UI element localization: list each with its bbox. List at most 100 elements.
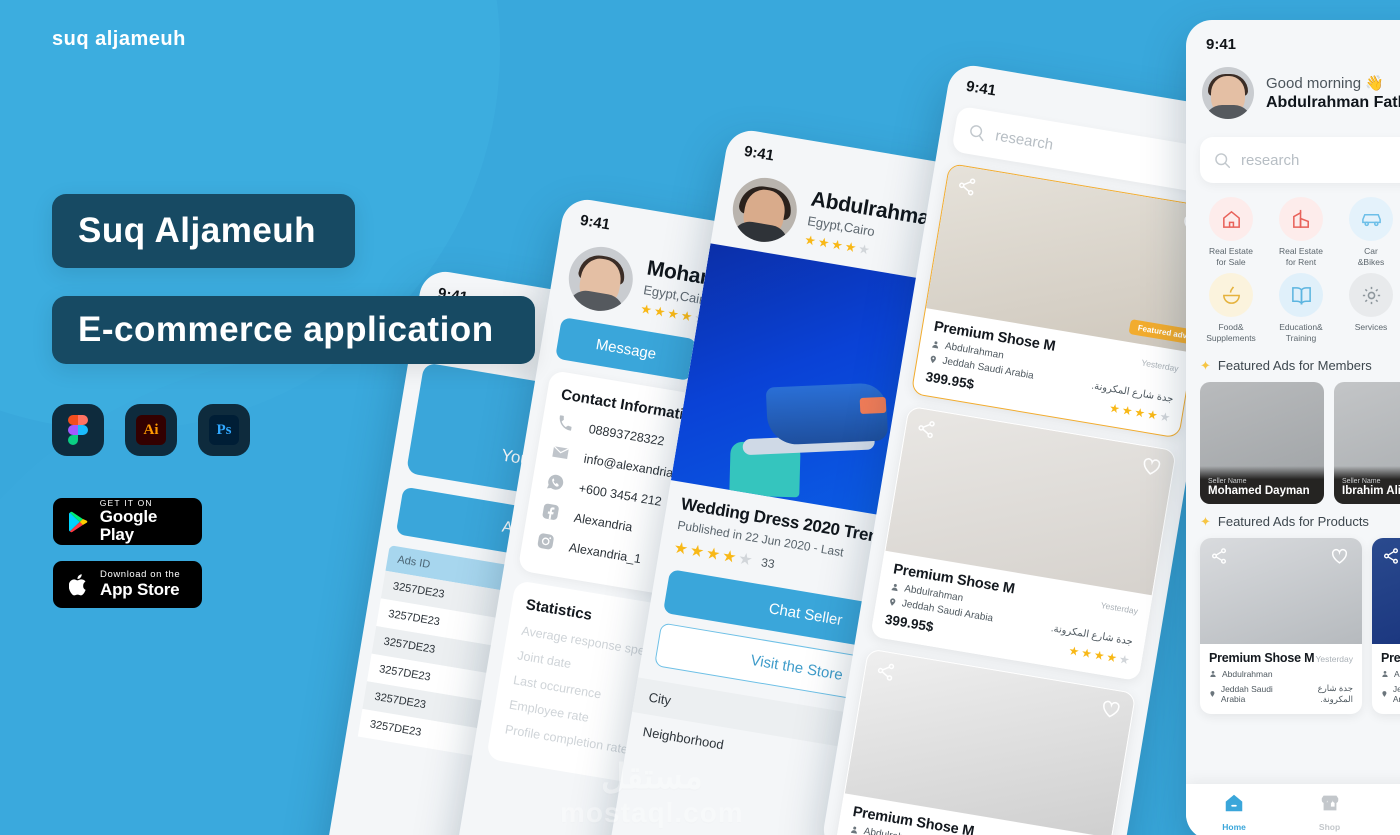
member-name: Mohamed Dayman (1208, 484, 1310, 497)
member-role-label: Seller Name (1208, 477, 1247, 485)
featured-members-list: Seller Name Mohamed Dayman Seller Name I… (1186, 374, 1400, 504)
app-store-badge[interactable]: Download on the App Store (53, 561, 202, 608)
status-bar-time: 9:41 (1206, 36, 1237, 53)
contact-value: Alexandria (572, 510, 634, 534)
product-card[interactable]: Premium Shose M Yesterday Abdulrahman Je… (870, 405, 1177, 682)
greeting-text: Good morning (1266, 75, 1362, 92)
product-card[interactable]: Premium Shose M Yesterday Abdulrahman Je… (829, 648, 1137, 835)
home-product-card[interactable]: Premium Shose M Yesterday Abdulrahman Je… (1372, 537, 1400, 714)
photoshop-icon: Ps (198, 404, 250, 456)
category-item-1[interactable]: Real Estate for Rent (1266, 197, 1336, 267)
photoshop-label: Ps (216, 421, 232, 438)
instagram-icon (535, 531, 559, 555)
google-play-icon (69, 511, 88, 532)
product-seller: Abdulrahman (1209, 669, 1353, 679)
product-price: 399.95$ (924, 369, 976, 392)
home-user-name: Abdulrahman Fathy (1266, 94, 1400, 111)
brand-wordmark: suq aljameuh (52, 28, 186, 50)
search-icon (970, 124, 984, 141)
category-item-0[interactable]: Real Estate for Sale (1196, 197, 1266, 267)
phone-icon (555, 413, 579, 437)
location-pin-icon (1382, 690, 1387, 697)
contact-value: +600 3454 212 (577, 480, 663, 509)
product-card[interactable]: Featured adv Premium Shose M Yesterday A… (910, 162, 1218, 439)
tab-home[interactable]: Home (1222, 792, 1246, 832)
member-card[interactable]: Seller Name Ibrahim Ali (1334, 381, 1400, 504)
illustrator-label: Ai (143, 421, 159, 438)
sparkle-icon: ✦ (1200, 357, 1211, 373)
shop-icon (1319, 792, 1341, 819)
share-icon[interactable] (1382, 547, 1400, 569)
ad-rating-count: 33 (760, 555, 776, 572)
share-icon[interactable] (955, 175, 980, 200)
search-placeholder: research (994, 126, 1055, 154)
gear-icon (1349, 273, 1393, 318)
share-icon[interactable] (1210, 547, 1232, 569)
facebook-icon (540, 501, 564, 525)
building-icon (1279, 197, 1323, 241)
title-line-1: Suq Aljameuh (78, 211, 317, 250)
home-search-bar[interactable]: research (1200, 137, 1400, 183)
person-icon (1382, 670, 1388, 677)
category-item-6[interactable]: Services (1336, 273, 1400, 343)
person-icon (850, 826, 857, 834)
product-seller: Abdulrahman (1381, 669, 1400, 679)
contact-value: Alexandria_1 (567, 539, 643, 566)
title-line-2: E-commerce application (78, 310, 494, 349)
whatsapp-icon (545, 472, 569, 496)
car-icon (1349, 197, 1393, 241)
avatar (727, 173, 802, 247)
category-grid: Real Estate for Sale Real Estate for Rent … (1186, 183, 1400, 348)
product-image (1200, 537, 1362, 644)
featured-products-label: Featured Ads for Products (1217, 514, 1369, 529)
page-title-secondary: E-commerce application (52, 296, 535, 364)
product-timestamp: Yesterday (1315, 653, 1354, 664)
featured-products-list: Premium Shose M Yesterday Abdulrahman Je… (1186, 530, 1400, 714)
mail-icon (550, 442, 574, 466)
google-play-badge[interactable]: GET IT ON Google Play (53, 498, 202, 545)
featured-members-section-title: ✦ Featured Ads for Members (1186, 348, 1400, 374)
member-card[interactable]: Seller Name Mohamed Dayman (1200, 381, 1324, 504)
product-name: Premium Shose M (1381, 650, 1400, 665)
share-icon[interactable] (914, 417, 939, 442)
illustrator-icon: Ai (125, 404, 177, 456)
location-pin-icon (930, 355, 936, 364)
category-label: Food& Supplements (1206, 322, 1256, 343)
category-item-5[interactable]: Education& Training (1266, 273, 1336, 343)
page-title-primary: Suq Aljameuh (52, 194, 355, 268)
tab-label: Shop (1318, 822, 1341, 832)
category-label: Services (1354, 322, 1388, 333)
category-label: Education& Training (1279, 322, 1323, 343)
favorite-heart-icon[interactable] (1099, 698, 1124, 723)
greeting-header: Good morning 👋 Abdulrahman Fathy (1186, 53, 1400, 123)
ad-spec-label: Neighborhood (641, 724, 725, 753)
location-pin-icon (890, 598, 896, 606)
product-location: Jeddah Saudi Arabia جدة شارع المكرونة. (1209, 683, 1353, 705)
product-image (1372, 537, 1400, 644)
apple-icon (69, 573, 86, 595)
avatar[interactable] (1202, 67, 1254, 119)
person-icon (1210, 670, 1216, 677)
category-label: Real Estate for Rent (1279, 246, 1323, 267)
home-product-card[interactable]: Premium Shose M Yesterday Abdulrahman Je… (1200, 537, 1362, 714)
avatar (563, 242, 638, 316)
tool-badges: Ai Ps (52, 404, 250, 456)
person-icon (891, 583, 898, 592)
tab-label: Home (1222, 822, 1246, 832)
category-item-2[interactable]: Car &Bikes (1336, 197, 1400, 267)
sparkle-icon: ✦ (1200, 513, 1211, 529)
favorite-heart-icon[interactable] (1330, 547, 1352, 569)
product-location: Jeddah Saudi Arabia جدة شارع المكرونة. (1381, 683, 1400, 705)
member-name: Ibrahim Ali (1342, 484, 1400, 497)
category-label: Car &Bikes (1357, 246, 1385, 267)
bottom-tab-bar: Home Shop Post Ads (1186, 784, 1400, 835)
wave-hand-icon: 👋 (1365, 75, 1384, 92)
member-role-label: Seller Name (1342, 477, 1381, 485)
tab-shop[interactable]: Shop (1319, 792, 1341, 832)
share-icon[interactable] (874, 660, 899, 685)
product-rating-stars: ★ ★ ★ ★ ★ (1108, 400, 1172, 425)
google-play-title: Google Play (99, 507, 158, 545)
favorite-heart-icon[interactable] (1139, 455, 1164, 480)
figma-icon (52, 404, 104, 456)
category-item-4[interactable]: Food& Supplements (1196, 273, 1266, 343)
